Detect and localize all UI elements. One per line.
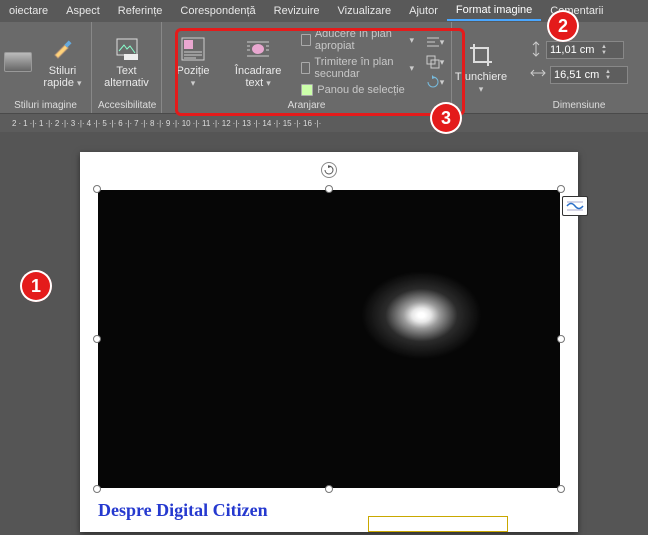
horizontal-ruler[interactable]: 2·1·|·1·|·2·|·3·|·4·|·5·|·6·|·7·|·8·|·9·… — [0, 114, 648, 132]
document-page[interactable]: Despre Digital Citizen — [80, 152, 578, 532]
paintbrush-icon — [49, 35, 77, 63]
tab-design[interactable]: oiectare — [0, 2, 57, 20]
chevron-down-icon: ▾ — [77, 78, 82, 88]
group-label-accessibility: Accesibilitate — [98, 100, 155, 111]
height-input[interactable] — [550, 44, 598, 56]
tab-review[interactable]: Revizuire — [265, 2, 329, 20]
group-label-arrange: Aranjare — [168, 100, 445, 111]
layout-options-button[interactable] — [562, 196, 588, 216]
alt-text-icon — [113, 35, 141, 63]
height-field[interactable]: ▲▼ — [546, 41, 624, 59]
wrap-text-button[interactable]: Încadrare text ▾ — [226, 33, 290, 91]
group-objects-button[interactable]: ▾ — [425, 53, 445, 71]
rotate-handle[interactable] — [321, 162, 337, 178]
annotation-badge-1: 1 — [20, 270, 52, 302]
spin-down[interactable]: ▼ — [601, 50, 609, 56]
wrap-text-icon — [244, 35, 272, 63]
crop-button[interactable]: Trunchiere▾ — [451, 39, 511, 97]
group-accessibility: Text alternativ Accesibilitate — [92, 22, 162, 113]
chevron-down-icon: ▾ — [479, 84, 484, 94]
position-button[interactable]: Poziție▾ — [168, 33, 218, 91]
document-canvas[interactable]: Despre Digital Citizen — [0, 132, 648, 535]
resize-handle-bl[interactable] — [93, 485, 101, 493]
annotation-badge-2: 2 — [547, 10, 579, 42]
group-label-styles: Stiluri imagine — [6, 100, 85, 111]
annotation-badge-3: 3 — [430, 102, 462, 134]
align-button[interactable]: ▾ — [425, 33, 445, 51]
group-arrange: Poziție▾ Încadrare text ▾ Aducere în pla… — [162, 22, 452, 113]
tab-references[interactable]: Referințe — [109, 2, 172, 20]
chevron-down-icon: ▾ — [191, 78, 196, 88]
selection-pane-button[interactable]: Panou de selecție — [298, 83, 417, 97]
group-label-size: Dimensiune — [516, 100, 642, 111]
resize-handle-tl[interactable] — [93, 185, 101, 193]
height-icon — [530, 41, 542, 60]
alt-text-button[interactable]: Text alternativ — [98, 33, 155, 91]
quick-styles-gallery[interactable] — [4, 52, 32, 72]
image-content — [98, 190, 560, 488]
position-icon — [179, 35, 207, 63]
width-icon — [530, 67, 546, 82]
quick-styles-button[interactable]: Stiluri rapide ▾ — [38, 33, 88, 91]
width-input[interactable] — [554, 69, 602, 81]
bring-forward-icon — [301, 34, 311, 46]
chevron-down-icon: ▾ — [266, 78, 271, 88]
group-size: ▲▼ ▲▼ Dimensiune — [510, 22, 648, 113]
tab-picture-format[interactable]: Format imagine — [447, 1, 541, 21]
tab-mailings[interactable]: Corespondență — [171, 2, 264, 20]
group-picture-styles: Stiluri rapide ▾ Stiluri imagine — [0, 22, 92, 113]
resize-handle-tc[interactable] — [325, 185, 333, 193]
send-backward-button[interactable]: Trimitere în plan secundar ▾ — [298, 55, 417, 81]
resize-handle-tr[interactable] — [557, 185, 565, 193]
group-crop: Trunchiere▾ — [452, 22, 510, 113]
resize-handle-ml[interactable] — [93, 335, 101, 343]
resize-handle-br[interactable] — [557, 485, 565, 493]
selected-image[interactable] — [98, 190, 560, 488]
tab-help[interactable]: Ajutor — [400, 2, 447, 20]
selection-pane-icon — [301, 84, 313, 96]
tab-layout[interactable]: Aspect — [57, 2, 109, 20]
tab-view[interactable]: Vizualizare — [329, 2, 401, 20]
bring-forward-button[interactable]: Aducere în plan apropiat ▾ — [298, 27, 417, 53]
text-box[interactable] — [368, 516, 508, 532]
resize-handle-mr[interactable] — [557, 335, 565, 343]
rotate-button[interactable]: ▾ — [425, 73, 445, 91]
spin-down[interactable]: ▼ — [605, 75, 613, 81]
send-backward-icon — [301, 62, 310, 74]
width-field[interactable]: ▲▼ — [550, 66, 628, 84]
resize-handle-bc[interactable] — [325, 485, 333, 493]
crop-icon — [467, 41, 495, 69]
